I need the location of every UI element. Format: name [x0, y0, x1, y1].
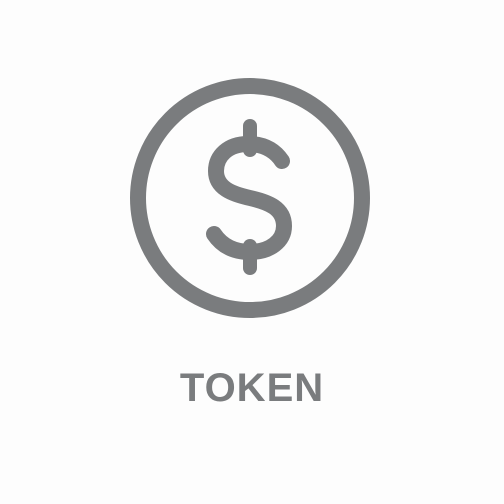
token-card: TOKEN — [0, 0, 504, 504]
dollar-coin-icon — [130, 78, 370, 318]
token-label: TOKEN — [179, 366, 325, 410]
